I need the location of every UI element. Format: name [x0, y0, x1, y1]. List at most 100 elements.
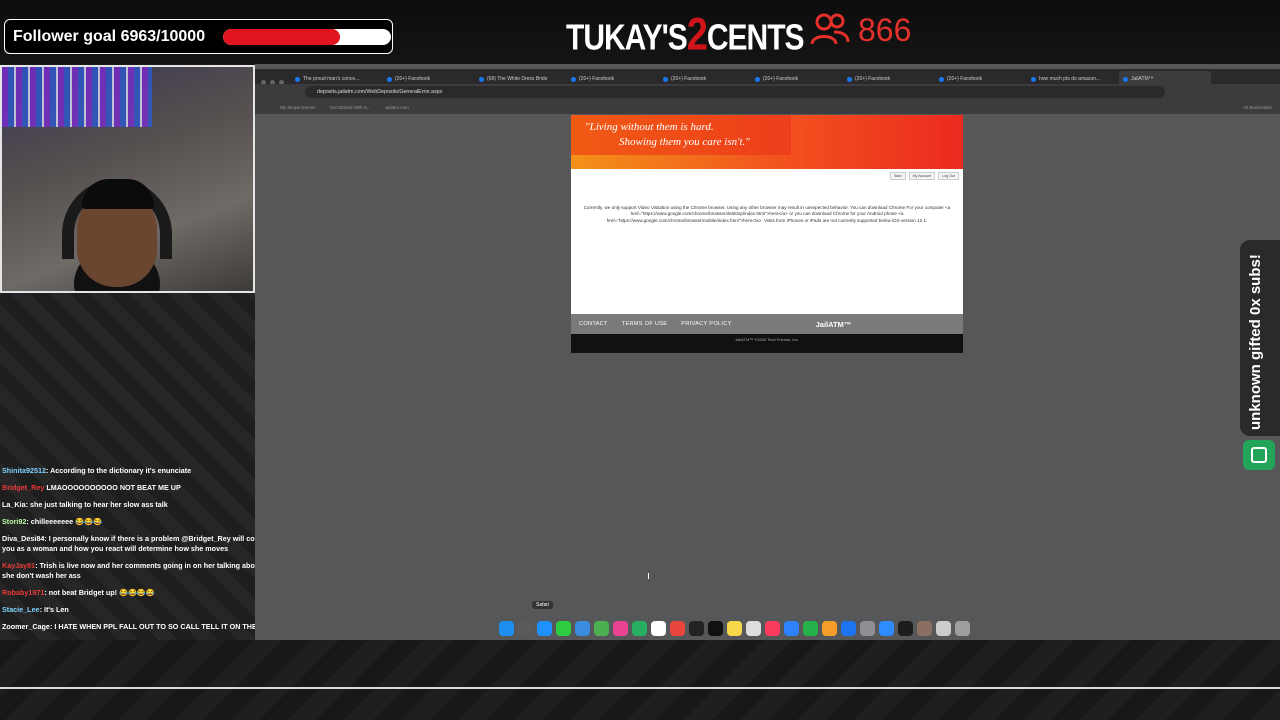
browser-support-notice: Currently, we only support Video Visitat…: [583, 205, 951, 223]
browser-tab[interactable]: (20+) Facebook: [383, 76, 475, 82]
notes-icon[interactable]: [727, 620, 742, 636]
chat-username[interactable]: Shinita92512: [2, 466, 46, 475]
messages-icon[interactable]: [556, 620, 571, 636]
webcam-feed: [0, 65, 255, 293]
numbers-icon[interactable]: [803, 620, 818, 636]
music-icon[interactable]: [765, 620, 780, 636]
chat-username[interactable]: Diva_Desi84: [2, 534, 44, 543]
favicon-icon: [295, 76, 300, 82]
site-nav-button[interactable]: Log Out: [938, 172, 959, 180]
all-bookmarks-button[interactable]: All Bookmarks: [1243, 105, 1272, 110]
calendar-icon[interactable]: [651, 620, 666, 636]
browser-tab[interactable]: (20+) Facebook: [843, 76, 935, 82]
quicktime-icon[interactable]: [898, 620, 913, 636]
brand-logo: TUKAY'S2CENTS: [566, 9, 805, 61]
capcut-icon[interactable]: [689, 620, 704, 636]
browser-tab[interactable]: The proud man's conce...: [291, 76, 383, 82]
brand-logo-part2: CENTS: [706, 18, 805, 58]
browser-tab[interactable]: how much pts do amazon...: [1027, 76, 1119, 82]
chrome-icon[interactable]: [670, 620, 685, 636]
tab-label: how much pts do amazon...: [1039, 76, 1101, 82]
terms-link[interactable]: TERMS OF USE: [622, 321, 668, 327]
pages-icon[interactable]: [822, 620, 837, 636]
privacy-link[interactable]: PRIVACY POLICY: [681, 321, 731, 327]
contact-link[interactable]: CONTACT: [579, 321, 608, 327]
site-nav-button[interactable]: Start: [890, 172, 906, 180]
favicon-icon: [755, 76, 760, 82]
url-field[interactable]: deposits.jailatm.com/WebDeposits/General…: [305, 86, 1165, 98]
browser-tab[interactable]: (20+) Facebook: [751, 76, 843, 82]
chat-text: : It's Len: [39, 605, 69, 614]
tab-label: (20+) Facebook: [579, 76, 615, 82]
tab-label: (20+) Facebook: [763, 76, 799, 82]
viewer-count-widget: 866: [810, 10, 911, 50]
terminal-icon[interactable]: [708, 620, 723, 636]
follower-goal-widget: Follower goal 6963/10000: [4, 19, 393, 54]
sub-alert-text: unknown gifted 0x subs!: [1247, 254, 1264, 430]
tab-label: (68) The White Dress Bride: [487, 76, 548, 82]
help-icon[interactable]: [936, 620, 951, 636]
chat-text: : not beat Bridget up! 😂😂😂😂: [44, 588, 155, 597]
facetime-icon[interactable]: [632, 620, 647, 636]
finder-icon[interactable]: [499, 620, 514, 636]
chat-username[interactable]: Stacie_Lee: [2, 605, 40, 614]
app-icon[interactable]: [746, 620, 761, 636]
finder2-icon[interactable]: [784, 620, 799, 636]
chat-text: : I HATE WHEN PPL FALL OUT TO SO CALL TE…: [49, 622, 263, 631]
chat-username[interactable]: Zoomer_Cage: [2, 622, 50, 631]
photos-icon[interactable]: [613, 620, 628, 636]
tab-label: (20+) Facebook: [855, 76, 891, 82]
browser-tab[interactable]: (68) The White Dress Bride: [475, 76, 567, 82]
launchpad-icon[interactable]: [518, 620, 533, 636]
trash-icon[interactable]: [955, 620, 970, 636]
chat-username[interactable]: KayJay81: [2, 561, 35, 570]
chat-message: La_Kia: she just talking to hear her slo…: [2, 500, 274, 510]
quote-line-1: "Living without them is hard.: [585, 121, 714, 133]
chat-message: KayJay81: Trish is live now and her comm…: [2, 561, 274, 581]
bookmark-item[interactable]: Jailatm.com: [385, 105, 409, 110]
browser-tab[interactable]: (20+) Facebook: [935, 76, 1027, 82]
browser-tab[interactable]: (20+) Facebook: [567, 76, 659, 82]
maps-icon[interactable]: [594, 620, 609, 636]
tab-label: JailATM™: [1131, 76, 1154, 82]
bookmark-item[interactable]: Get Started With S...: [330, 105, 371, 110]
safari-icon[interactable]: [537, 620, 552, 636]
mail-icon[interactable]: [575, 620, 590, 636]
browser-address-bar: deposits.jailatm.com/WebDeposits/General…: [255, 84, 1280, 100]
chat-text: : she just talking to hear her slow ass …: [25, 500, 168, 509]
chat-message: Stacie_Lee: It's Len: [2, 605, 274, 615]
overlay-bottom-strip: [0, 640, 1280, 720]
brand-logo-two: 2: [686, 9, 708, 61]
zoom-icon[interactable]: [879, 620, 894, 636]
webcam-lights: [2, 67, 152, 127]
banner-quote: "Living without them is hard. Showing th…: [571, 115, 791, 155]
favicon-icon: [663, 76, 668, 82]
macos-dock: [495, 617, 1040, 639]
bookmarks-bar: My Skope Demos Get Started With S... Jaila…: [255, 100, 1280, 114]
mouse-cursor: [648, 573, 652, 579]
chat-username[interactable]: Robaby1971: [2, 588, 44, 597]
chat-username[interactable]: Bridget_Rey: [2, 483, 44, 492]
follower-progress-bar: [223, 29, 391, 45]
chat-username[interactable]: La_Kia: [2, 500, 26, 509]
bookmark-item[interactable]: My Skope Demos: [280, 105, 316, 110]
site-banner: "Living without them is hard. Showing th…: [571, 115, 963, 169]
shared-screen: The proud man's conce... (20+) Facebook (6…: [255, 64, 1280, 640]
settings-icon[interactable]: [860, 620, 875, 636]
follower-goal-label: Follower goal 6963/10000: [13, 27, 206, 45]
chat-message: Shinita92512: According to the dictionar…: [2, 466, 274, 476]
chat-message: Robaby1971: not beat Bridget up! 😂😂😂😂: [2, 588, 274, 598]
tab-label: (20+) Facebook: [395, 76, 431, 82]
tab-label: (20+) Facebook: [947, 76, 983, 82]
overlay-top-bar: Follower goal 6963/10000 TUKAY'S2CENTS 8…: [0, 0, 1280, 64]
dictionary-icon[interactable]: [917, 620, 932, 636]
site-nav-button[interactable]: My Account: [908, 172, 936, 180]
favicon-icon: [939, 76, 944, 82]
bottom-divider: [0, 687, 1280, 689]
appstore-icon[interactable]: [841, 620, 856, 636]
brand-logo-part1: TUKAY'S: [566, 18, 688, 58]
chat-text: LMAOOOOOOOOOO NOT BEAT ME UP: [44, 483, 181, 492]
browser-tab[interactable]: (20+) Facebook: [659, 76, 751, 82]
chat-username[interactable]: Stori92: [2, 517, 26, 526]
tab-label: (20+) Facebook: [671, 76, 707, 82]
